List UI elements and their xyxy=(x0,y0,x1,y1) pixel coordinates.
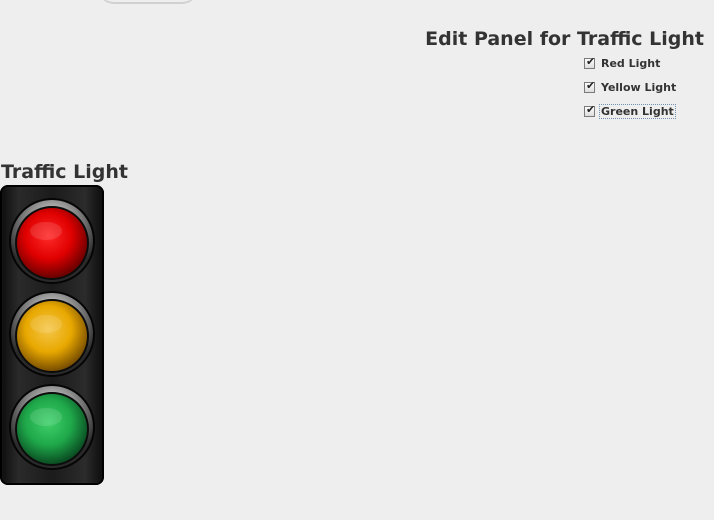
app-window: Edit Panel for Traffic Light ✔ Red Light… xyxy=(0,0,714,520)
red-light-label[interactable]: Red Light xyxy=(600,57,661,70)
checkmark-icon: ✔ xyxy=(586,55,596,68)
red-lamp xyxy=(9,198,95,284)
green-light-checkbox[interactable]: ✔ Green Light xyxy=(583,103,708,127)
traffic-light-graphic xyxy=(9,198,95,470)
yellow-light-label[interactable]: Yellow Light xyxy=(600,81,677,94)
green-lamp xyxy=(9,384,95,470)
light-checkbox-list: ✔ Red Light ✔ Yellow Light ✔ Green Light xyxy=(583,55,708,127)
yellow-lamp xyxy=(9,291,95,377)
checkmark-icon: ✔ xyxy=(586,79,596,92)
edit-panel-title: Edit Panel for Traffic Light xyxy=(425,28,704,50)
checkbox-box[interactable]: ✔ xyxy=(584,55,596,69)
checkbox-box[interactable]: ✔ xyxy=(584,79,596,93)
partial-rounded-shape xyxy=(98,0,198,4)
traffic-light-title: Traffic Light xyxy=(1,161,128,183)
red-light-checkbox[interactable]: ✔ Red Light xyxy=(583,55,708,79)
yellow-light-checkbox[interactable]: ✔ Yellow Light xyxy=(583,79,708,103)
green-light-label[interactable]: Green Light xyxy=(599,104,676,119)
checkmark-icon: ✔ xyxy=(586,103,596,116)
traffic-light-housing xyxy=(0,185,104,485)
checkbox-box[interactable]: ✔ xyxy=(584,103,596,117)
